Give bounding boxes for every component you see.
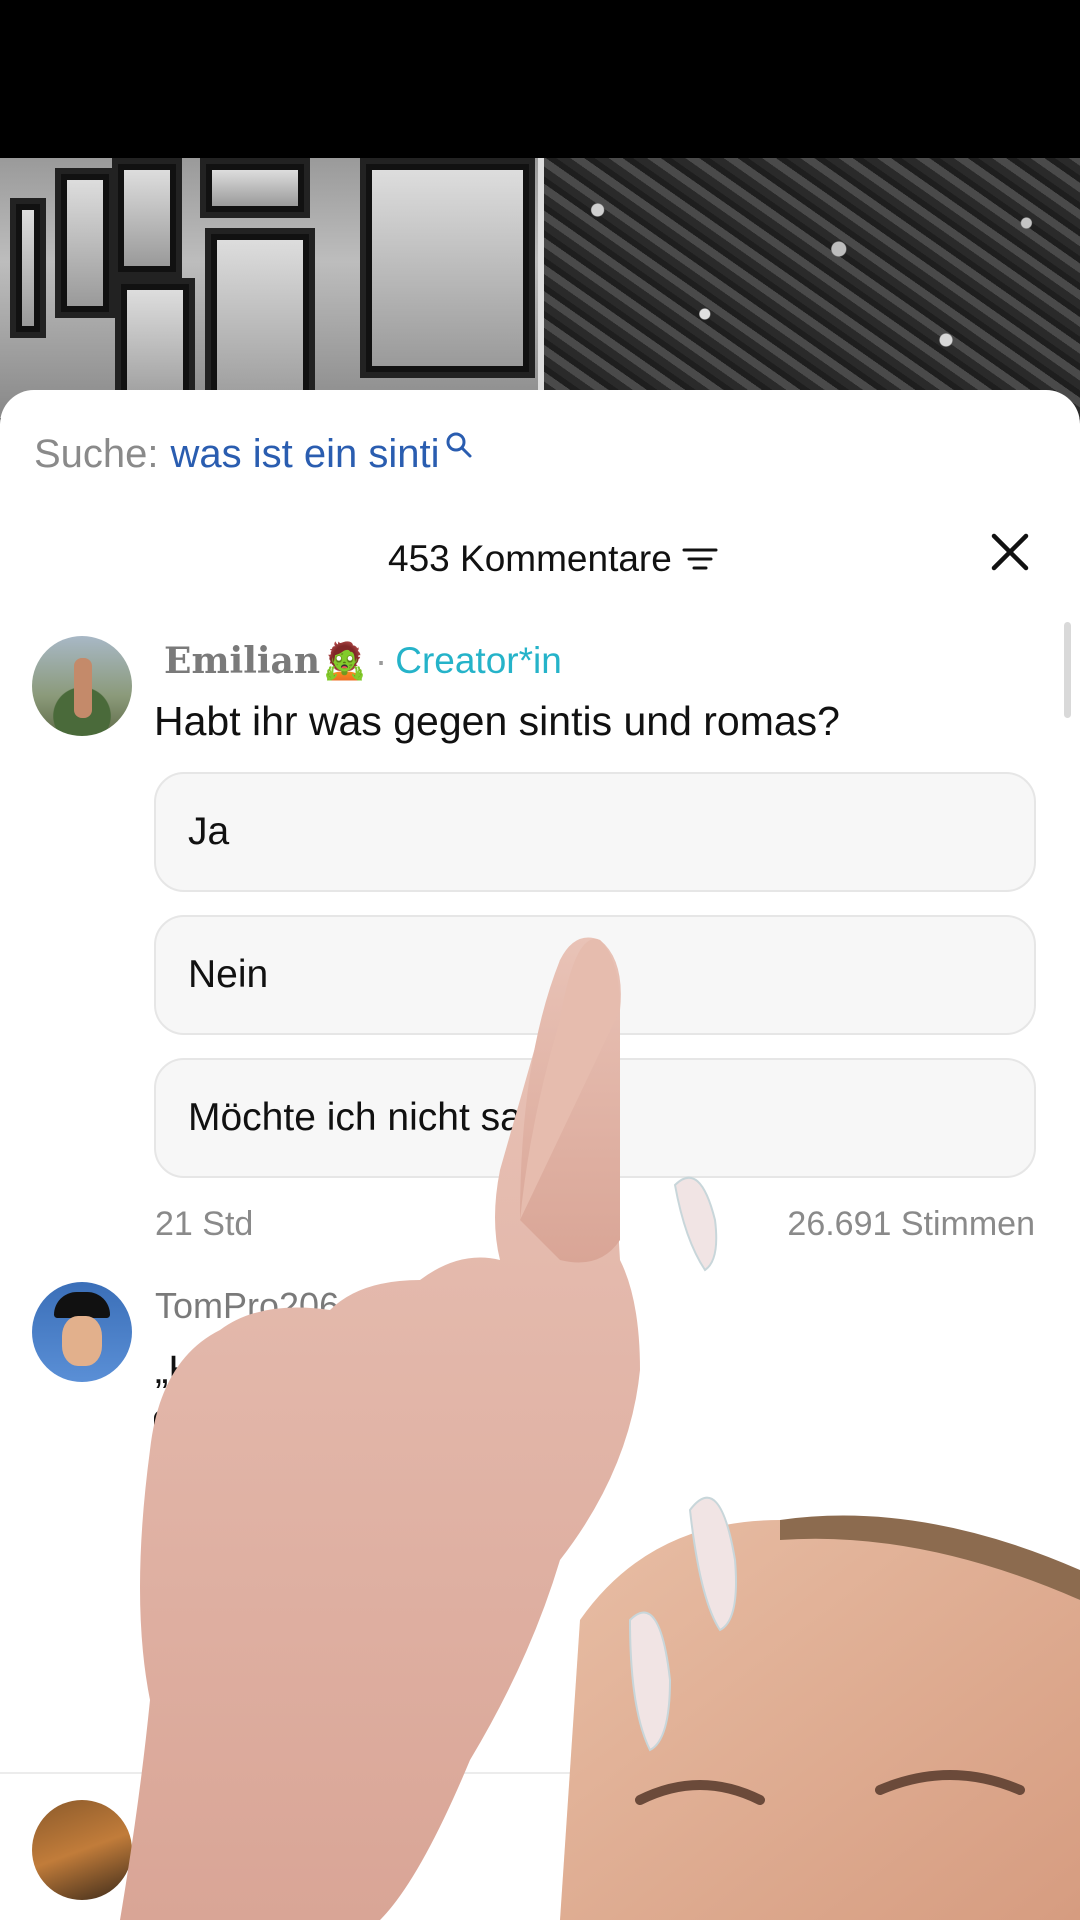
comment-text: „H: [155, 1348, 198, 1392]
input-bar-divider: [0, 1772, 1080, 1774]
avatar-emilian[interactable]: [32, 636, 132, 736]
poll-option-nein[interactable]: Nein: [154, 915, 1036, 1035]
status-bar-area: [0, 0, 1080, 158]
author-name[interactable]: Emilian: [164, 640, 320, 682]
comment-attachment[interactable]: [154, 1410, 224, 1590]
image-icon[interactable]: [734, 1820, 786, 1872]
poll-option-no-answer[interactable]: Möchte ich nicht sagen: [154, 1058, 1036, 1178]
search-icon[interactable]: [444, 430, 474, 460]
poll-option-label: Ja: [188, 810, 230, 853]
search-label: Suche:: [34, 432, 159, 476]
poll-age: 21 Std: [155, 1205, 254, 1243]
poll-option-ja[interactable]: Ja: [154, 772, 1036, 892]
close-icon[interactable]: [988, 530, 1032, 574]
photo-wall-image: [0, 158, 540, 418]
comments-header: 453 Kommentare: [0, 530, 1080, 590]
comment-count-label: 453 Kommentare: [388, 538, 672, 579]
poll-vote-count: 26.691 Stimmen: [787, 1205, 1035, 1243]
poll-option-label: Möchte ich nicht sagen: [188, 1096, 587, 1139]
author-emoji: 🧟: [322, 640, 367, 681]
avatar-tompro206[interactable]: [32, 1282, 132, 1382]
comment-author[interactable]: TomPro206: [155, 1285, 339, 1327]
poll-question: Habt ihr was gegen sintis und romas?: [154, 698, 840, 744]
emoji-icon[interactable]: [842, 1820, 894, 1872]
filter-icon[interactable]: [682, 544, 718, 574]
creator-badge: Creator*in: [395, 640, 562, 681]
comments-sheet: Suche: was ist ein sinti 453 Kommentare …: [0, 390, 1080, 1920]
mention-icon[interactable]: [954, 1820, 1006, 1872]
poll-author-row: Emilian 🧟 · Creator*in: [164, 640, 562, 682]
search-suggestion[interactable]: Suche: was ist ein sinti: [34, 432, 474, 477]
author-separator: ·: [374, 640, 388, 681]
comment-count-sort[interactable]: 453 Kommentare: [388, 538, 718, 580]
my-avatar: [32, 1800, 132, 1900]
video-background[interactable]: [0, 158, 1080, 418]
shoes-pile-image: [544, 158, 1080, 418]
poll-meta: 21 Std 26.691 Stimmen: [155, 1205, 1035, 1244]
poll-option-label: Nein: [188, 953, 269, 996]
scrollbar[interactable]: [1064, 622, 1071, 718]
search-query-link[interactable]: was ist ein sinti: [171, 432, 440, 477]
